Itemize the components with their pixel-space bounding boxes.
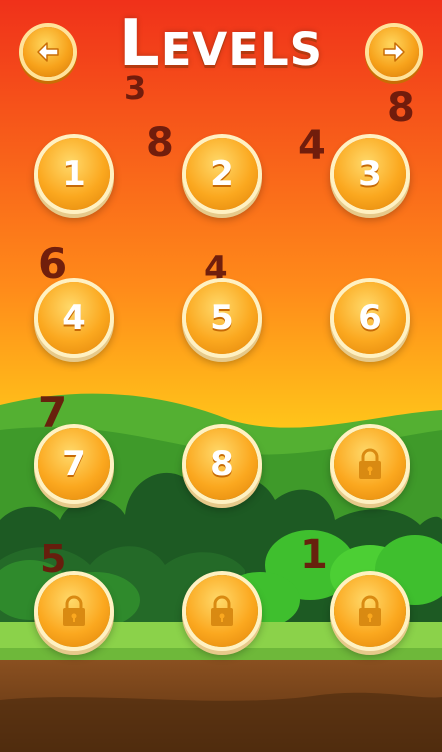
level-number: 6 [358,298,382,338]
lock-icon [63,595,85,626]
level-button-1[interactable]: 1 [38,138,110,210]
next-button[interactable] [369,27,419,77]
level-number: 2 [210,154,234,194]
lock-icon [211,595,233,626]
level-number: 8 [210,444,234,484]
falling-number: 4 [298,123,326,169]
level-button-6[interactable]: 6 [334,282,406,354]
level-button-8[interactable]: 8 [186,428,258,500]
falling-number: 8 [146,120,174,166]
level-number: 3 [358,154,382,194]
falling-number: 6 [38,239,68,288]
arrow-right-icon [383,42,405,62]
level-number: 1 [62,154,86,194]
level-button-3[interactable]: 3 [334,138,406,210]
level-number: 5 [210,298,234,338]
level-number: 4 [62,298,86,338]
lock-icon [359,595,381,626]
level-button-locked[interactable] [334,575,406,647]
level-button-2[interactable]: 2 [186,138,258,210]
falling-number: 5 [40,537,67,581]
level-button-4[interactable]: 4 [38,282,110,354]
level-button-locked[interactable] [38,575,110,647]
level-button-5[interactable]: 5 [186,282,258,354]
falling-number: 4 [204,249,228,289]
falling-number: 7 [38,388,68,437]
level-button-locked[interactable] [186,575,258,647]
falling-number: 1 [300,532,328,578]
falling-number: 8 [387,85,415,131]
lock-icon [359,448,381,479]
level-button-7[interactable]: 7 [38,428,110,500]
level-button-locked[interactable] [334,428,406,500]
level-number: 7 [62,444,86,484]
